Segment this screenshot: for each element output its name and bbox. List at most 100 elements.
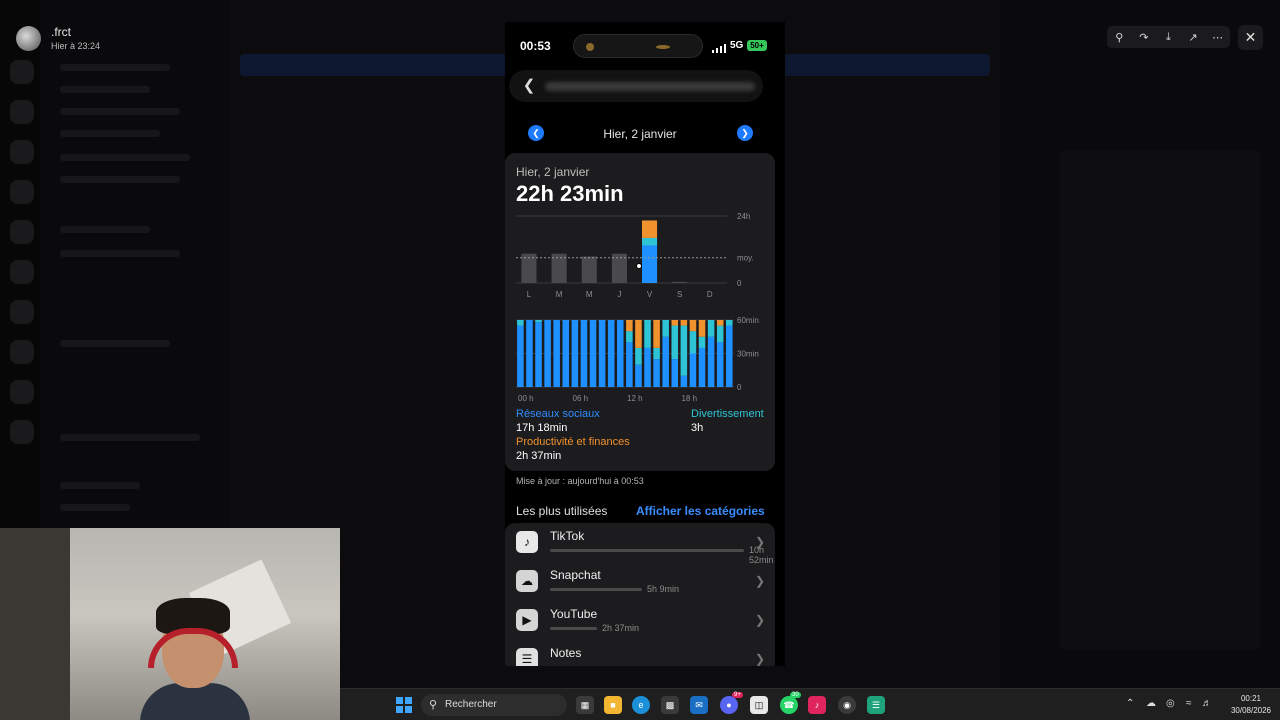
notepad-icon[interactable]: ☰ [867, 696, 885, 714]
app-name: Snapchat [550, 568, 601, 582]
hour-bar-segment [716, 325, 724, 343]
close-icon: ✕ [1244, 29, 1257, 45]
network-type: 5G [730, 40, 744, 51]
hour-bar-segment [707, 320, 715, 337]
hour-ytick-label: 60min [737, 316, 759, 325]
notes-icon: ☰ [516, 648, 538, 666]
week-tick-label: L [527, 290, 532, 299]
store-icon[interactable]: ▩ [661, 696, 679, 714]
chevron-right-icon: ❯ [755, 613, 766, 627]
hour-bar-segment [662, 320, 669, 337]
usage-bar [550, 588, 642, 591]
taskbar-clock[interactable]: 00:21 30/08/2026 [1225, 693, 1277, 717]
hour-bar-segment [680, 375, 688, 387]
microphone-icon[interactable]: ◎ [1166, 698, 1175, 709]
volume-icon[interactable]: ♬ [1202, 698, 1212, 709]
hour-bar-segment [635, 347, 642, 365]
search-label: Rechercher [445, 699, 497, 710]
app-row-snapchat[interactable]: ☁ Snapchat 5h 9min ❯ [505, 562, 775, 601]
hour-bar-segment [698, 347, 706, 387]
most-used-apps: ♪ TikTok 10h 52min ❯ ☁ Snapchat 5h 9min … [505, 523, 775, 666]
avatar[interactable] [16, 25, 41, 51]
hour-bar-segment [653, 320, 660, 348]
hour-bar-segment [689, 353, 697, 387]
hour-bar-segment [707, 336, 715, 387]
cloud-icon[interactable]: ☁ [1146, 698, 1156, 709]
legend-social-value: 17h 18min [516, 422, 568, 434]
hour-bar-segment [598, 320, 606, 387]
legend-productivity: Productivité et finances 2h 37min [516, 436, 630, 462]
mail-icon[interactable]: ✉ [690, 696, 708, 714]
streamer [140, 598, 250, 720]
hour-bar-segment [726, 325, 733, 387]
more-options-icon[interactable]: ⋯ [1210, 29, 1226, 45]
legend-productivity-label: Productivité et finances [516, 436, 630, 448]
app-row-tiktok[interactable]: ♪ TikTok 10h 52min ❯ [505, 523, 775, 565]
close-viewer-button[interactable]: ✕ [1238, 25, 1263, 50]
snapchat-icon: ☁ [516, 570, 538, 592]
show-categories-link[interactable]: Afficher les catégories [636, 504, 765, 518]
wifi-icon[interactable]: ≈ [1186, 698, 1192, 709]
forward-icon[interactable]: ↷ [1136, 29, 1152, 45]
hour-bar-segment [626, 331, 633, 343]
edge-icon[interactable]: e [632, 696, 650, 714]
next-day-icon[interactable]: ❯ [737, 125, 753, 141]
file-explorer-icon[interactable]: ■ [604, 696, 622, 714]
discord-badge: 9+ [732, 692, 743, 698]
week-bar [672, 281, 688, 283]
dynamic-island [573, 34, 703, 58]
hour-bar-segment [607, 320, 615, 387]
hour-tick-label: 00 h [518, 394, 534, 403]
week-bar-segment [641, 220, 658, 238]
screen: .frct Hier à 23:24 ⚲ ↷ ⤓ ↗ ⋯ ✕ 00:53 5G … [0, 0, 1280, 720]
screen-time-card: Hier, 2 janvier 22h 23min L M M J V S Dmoy. 24h… [505, 153, 775, 471]
week-bar-segment [641, 237, 658, 246]
hour-bar-segment [526, 320, 533, 387]
taskbar-search[interactable]: ⚲ Rechercher [421, 694, 567, 716]
app-time: 2h 37min [602, 623, 640, 633]
obs-icon[interactable]: ◉ [838, 696, 856, 714]
hour-bar-segment [716, 342, 724, 387]
chevron-up-icon[interactable]: ⌃ [1126, 698, 1134, 709]
windows-start-icon[interactable] [396, 697, 412, 713]
hour-bar-segment [580, 320, 588, 387]
app-row-youtube[interactable]: ▶ YouTube 2h 37min ❯ [505, 601, 775, 640]
week-tick-label: S [677, 290, 682, 299]
task-view-icon[interactable]: ▦ [576, 696, 594, 714]
capcut-icon[interactable]: ◫ [750, 696, 768, 714]
hour-bar-segment [689, 331, 697, 354]
clock-date: 30/08/2026 [1230, 706, 1272, 715]
whatsapp-icon[interactable]: ☎ [780, 696, 798, 714]
hour-bar-segment [626, 320, 633, 332]
hour-bar-segment [562, 320, 570, 387]
search-result-card [1060, 150, 1260, 650]
hour-bar-segment [517, 325, 524, 387]
hour-bar-segment [644, 320, 651, 348]
hour-bar-segment [653, 359, 660, 387]
app-row-notes[interactable]: ☰ Notes ❯ [505, 640, 775, 666]
clock-time: 00:21 [1240, 694, 1262, 703]
hour-bar-segment [726, 320, 733, 326]
download-icon[interactable]: ⤓ [1160, 29, 1176, 45]
hour-bar-segment [716, 320, 724, 326]
legend-social: Réseaux sociaux 17h 18min [516, 408, 600, 434]
open-external-icon[interactable]: ↗ [1185, 29, 1201, 45]
hour-bar-segment [589, 320, 597, 387]
discord-icon[interactable]: ● [720, 696, 738, 714]
zoom-icon[interactable]: ⚲ [1111, 29, 1127, 45]
week-bar [641, 245, 658, 283]
youtube-icon: ▶ [516, 609, 538, 631]
webcam-overlay [0, 528, 340, 720]
hour-bar-segment [671, 320, 679, 326]
whatsapp-badge: 30 [790, 692, 801, 698]
viewer-toolbar: ⚲ ↷ ⤓ ↗ ⋯ [1107, 26, 1230, 48]
hour-bar-segment [635, 364, 642, 387]
signal-icon [712, 44, 726, 53]
status-time: 00:53 [520, 39, 551, 53]
uploader-name[interactable]: .frct [51, 25, 100, 39]
hour-bar-segment [535, 320, 542, 323]
back-icon[interactable]: ❮ [519, 75, 539, 95]
usage-bar [550, 627, 597, 630]
tiktok-taskbar-icon[interactable]: ♪ [808, 696, 826, 714]
week-tick-label: M [586, 290, 593, 299]
